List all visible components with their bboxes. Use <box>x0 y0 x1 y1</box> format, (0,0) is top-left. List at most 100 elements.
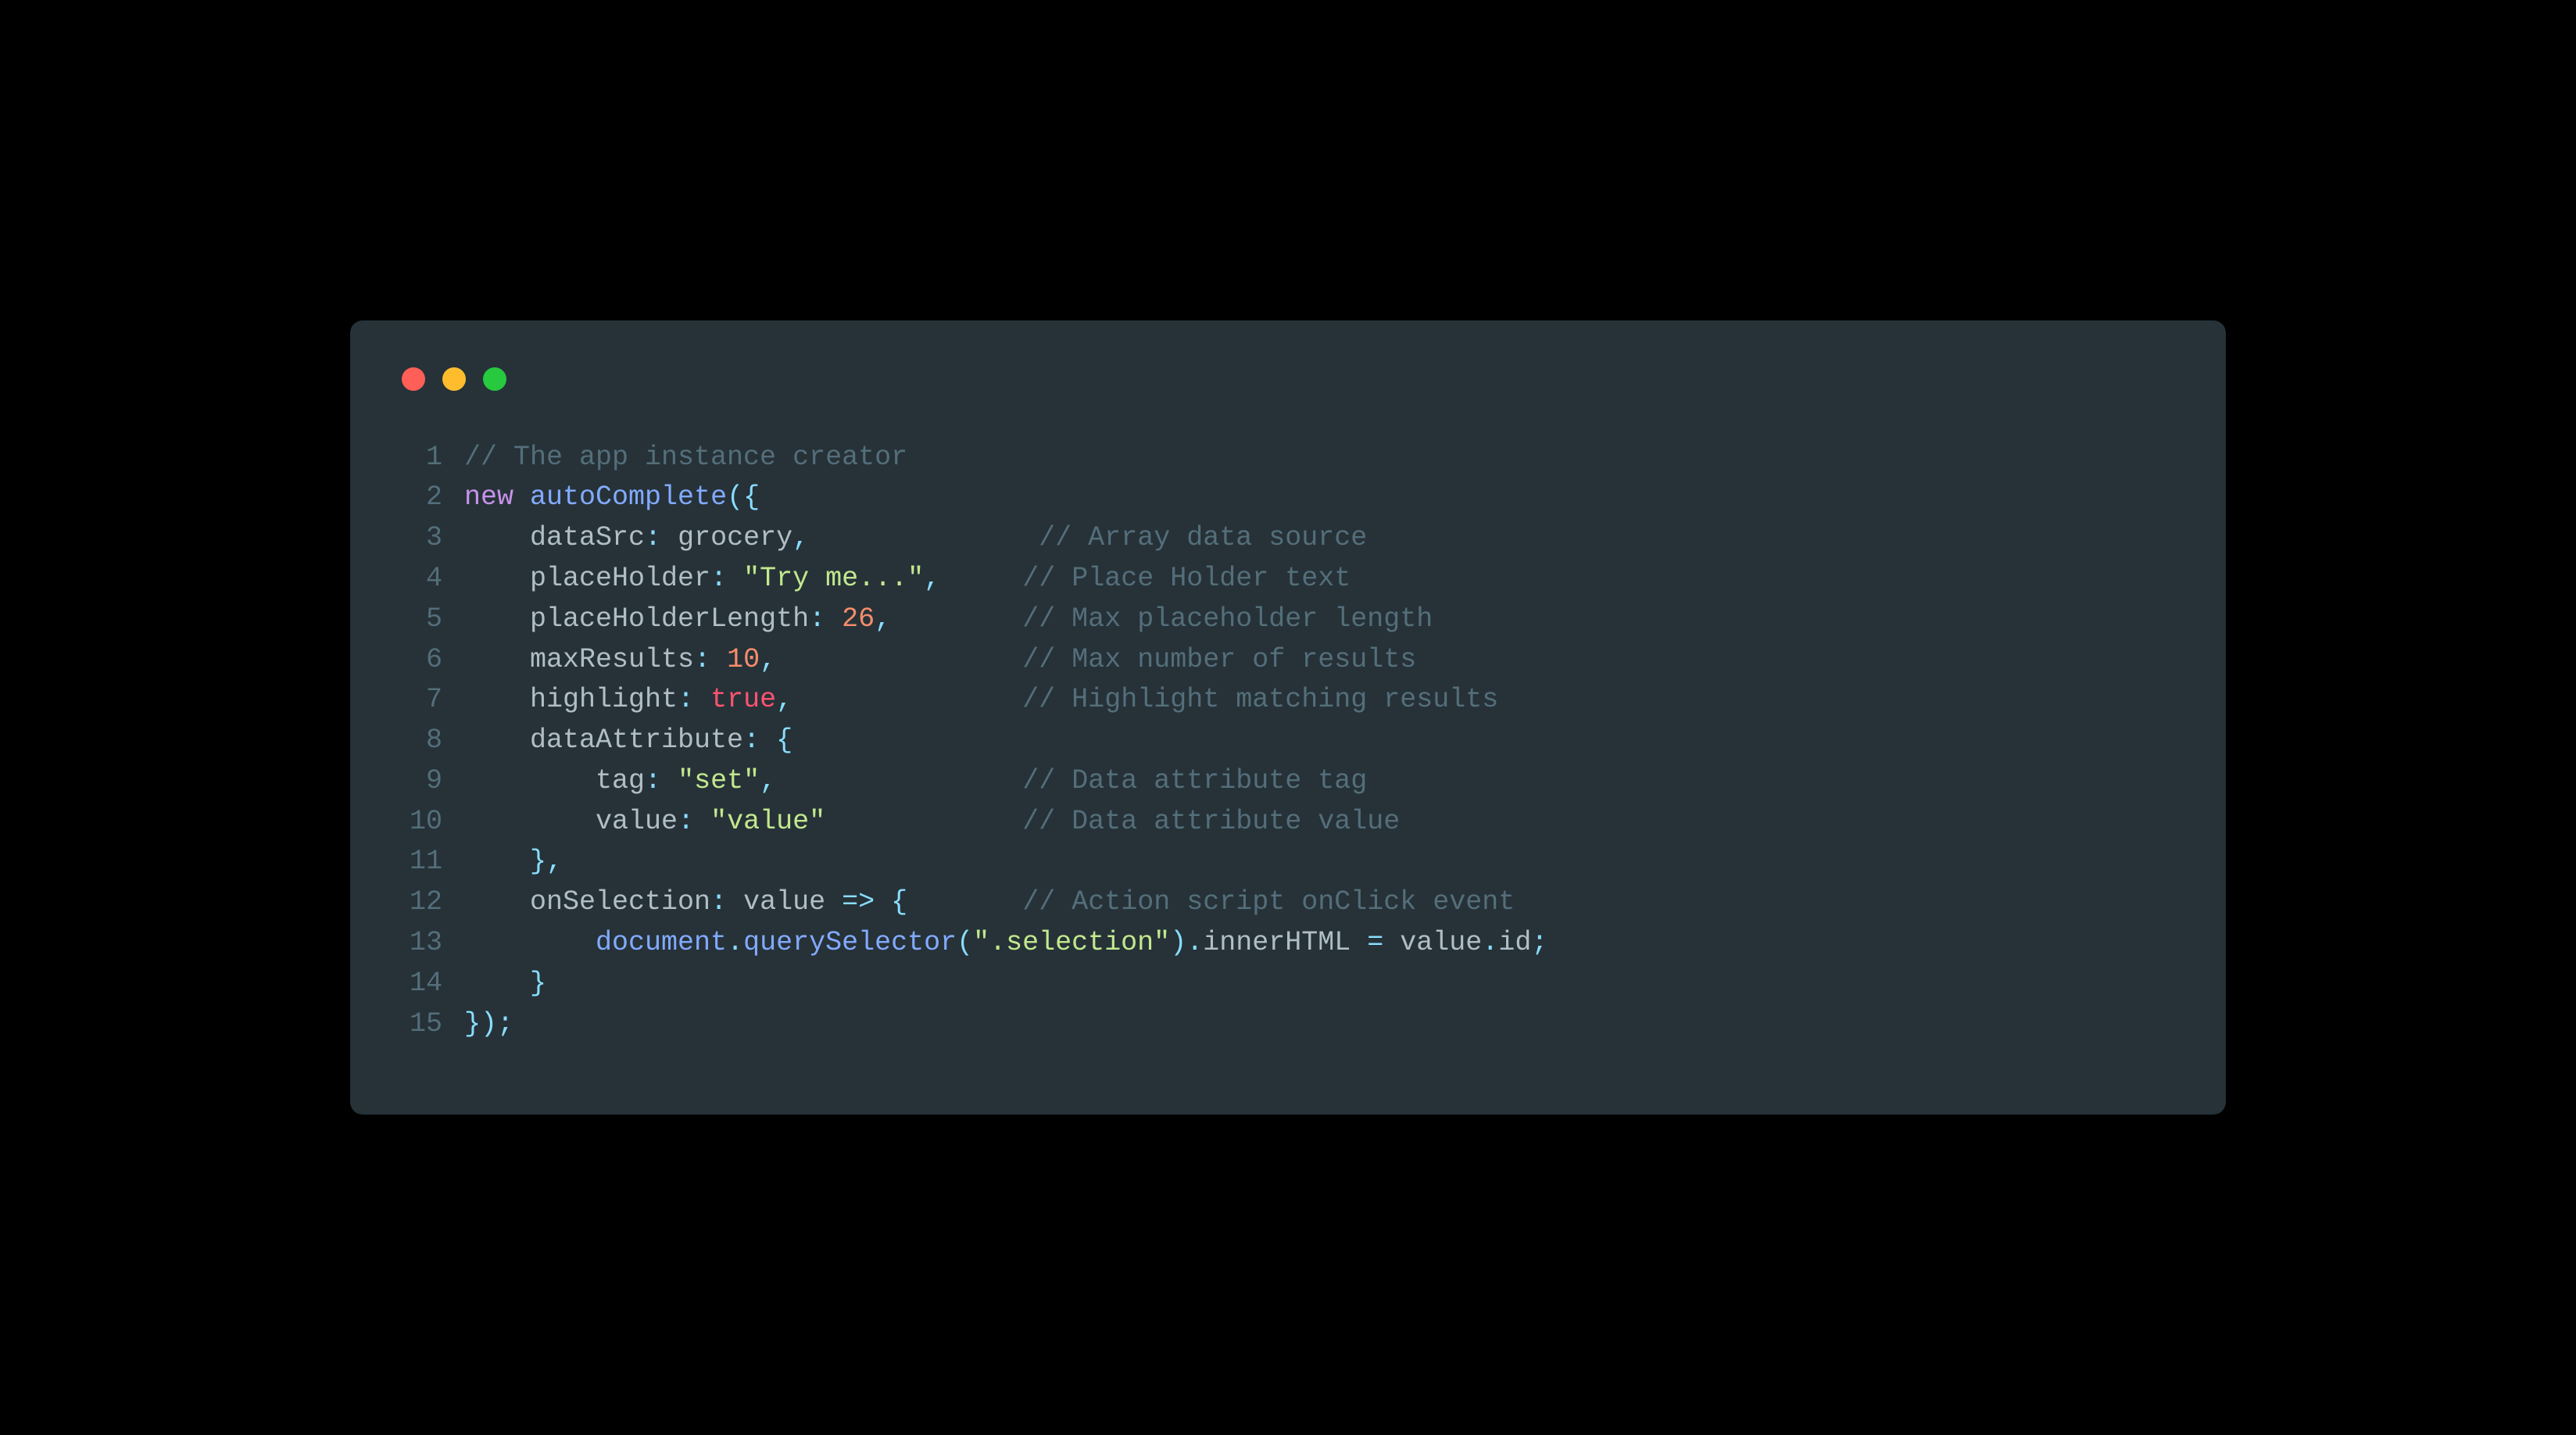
line-number: 8 <box>397 721 464 761</box>
line-number: 15 <box>397 1004 464 1045</box>
line-number: 14 <box>397 964 464 1004</box>
line-source: tag: "set", // Data attribute tag <box>464 761 2179 802</box>
token <box>464 846 530 877</box>
token: dataSrc <box>530 522 645 553</box>
token <box>464 806 596 837</box>
token <box>875 886 891 918</box>
token <box>891 603 1022 635</box>
line-source: } <box>464 964 2179 1004</box>
code-line: 13 document.querySelector(".selection").… <box>397 923 2179 964</box>
token <box>464 968 530 999</box>
token: // Place Holder text <box>1022 563 1351 594</box>
token: "value" <box>710 806 825 837</box>
token <box>661 765 678 796</box>
code-line: 2new autoComplete({ <box>397 478 2179 518</box>
token: ({ <box>727 481 760 513</box>
code-line: 6 maxResults: 10, // Max number of resul… <box>397 640 2179 681</box>
token: { <box>776 725 792 756</box>
code-line: 12 onSelection: value => { // Action scr… <box>397 882 2179 923</box>
token: querySelector <box>743 927 957 958</box>
token: // Max number of results <box>1022 644 1416 675</box>
line-source: onSelection: value => { // Action script… <box>464 882 2179 923</box>
line-number: 7 <box>397 680 464 721</box>
line-number: 4 <box>397 559 464 599</box>
token: ".selection" <box>973 927 1170 958</box>
token <box>1351 927 1367 958</box>
token: maxResults <box>530 644 694 675</box>
token <box>464 563 530 594</box>
code-window: 1// The app instance creator2new autoCom… <box>350 320 2226 1115</box>
code-line: 9 tag: "set", // Data attribute tag <box>397 761 2179 802</box>
line-source: highlight: true, // Highlight matching r… <box>464 680 2179 721</box>
token: dataAttribute <box>530 725 743 756</box>
token <box>760 725 776 756</box>
line-source: // The app instance creator <box>464 438 2179 478</box>
token <box>464 927 596 958</box>
token: }); <box>464 1008 513 1040</box>
token <box>727 563 743 594</box>
token: , <box>776 684 792 715</box>
token <box>792 684 1022 715</box>
token: . <box>727 927 743 958</box>
line-number: 6 <box>397 640 464 681</box>
token: // Data attribute tag <box>1022 765 1367 796</box>
token: // Max placeholder length <box>1022 603 1433 635</box>
token <box>907 886 1022 918</box>
token: => <box>842 886 875 918</box>
token: "Try me..." <box>743 563 924 594</box>
code-line: 4 placeHolder: "Try me...", // Place Hol… <box>397 559 2179 599</box>
code-line: 8 dataAttribute: { <box>397 721 2179 761</box>
token: , <box>760 765 776 796</box>
token: // The app instance creator <box>464 442 907 473</box>
token: value <box>727 886 842 918</box>
token <box>464 644 530 675</box>
token: autoComplete <box>530 481 727 513</box>
minimize-icon[interactable] <box>442 367 466 391</box>
token: : <box>678 684 694 715</box>
token: grocery <box>661 522 792 553</box>
token: : <box>809 603 825 635</box>
line-source: maxResults: 10, // Max number of results <box>464 640 2179 681</box>
token <box>513 481 530 513</box>
token <box>464 603 530 635</box>
line-source: dataAttribute: { <box>464 721 2179 761</box>
token: "set" <box>678 765 760 796</box>
line-source: value: "value" // Data attribute value <box>464 802 2179 843</box>
line-source: dataSrc: grocery, // Array data source <box>464 518 2179 559</box>
token: = <box>1367 927 1383 958</box>
code-line: 10 value: "value" // Data attribute valu… <box>397 802 2179 843</box>
token <box>464 765 596 796</box>
token: : <box>645 522 661 553</box>
token: 10 <box>727 644 760 675</box>
token: ; <box>1531 927 1547 958</box>
code-line: 14 } <box>397 964 2179 1004</box>
line-number: 5 <box>397 599 464 640</box>
token: value <box>596 806 678 837</box>
token <box>464 684 530 715</box>
token <box>776 644 1022 675</box>
token <box>825 603 842 635</box>
code-line: 11 }, <box>397 842 2179 882</box>
line-source: document.querySelector(".selection").inn… <box>464 923 2179 964</box>
token <box>776 765 1022 796</box>
token: document <box>596 927 727 958</box>
code-block: 1// The app instance creator2new autoCom… <box>397 438 2179 1045</box>
zoom-icon[interactable] <box>483 367 506 391</box>
line-number: 13 <box>397 923 464 964</box>
token: , <box>924 563 940 594</box>
line-source: new autoComplete({ <box>464 478 2179 518</box>
token <box>464 886 530 918</box>
token: : <box>710 563 727 594</box>
line-number: 2 <box>397 478 464 518</box>
token: : <box>694 644 710 675</box>
token: placeHolder <box>530 563 710 594</box>
token: highlight <box>530 684 678 715</box>
token: , <box>760 644 776 675</box>
close-icon[interactable] <box>402 367 425 391</box>
token: new <box>464 481 513 513</box>
token <box>825 806 1022 837</box>
token <box>940 563 1022 594</box>
line-source: placeHolderLength: 26, // Max placeholde… <box>464 599 2179 640</box>
token: : <box>710 886 727 918</box>
token: : <box>645 765 661 796</box>
